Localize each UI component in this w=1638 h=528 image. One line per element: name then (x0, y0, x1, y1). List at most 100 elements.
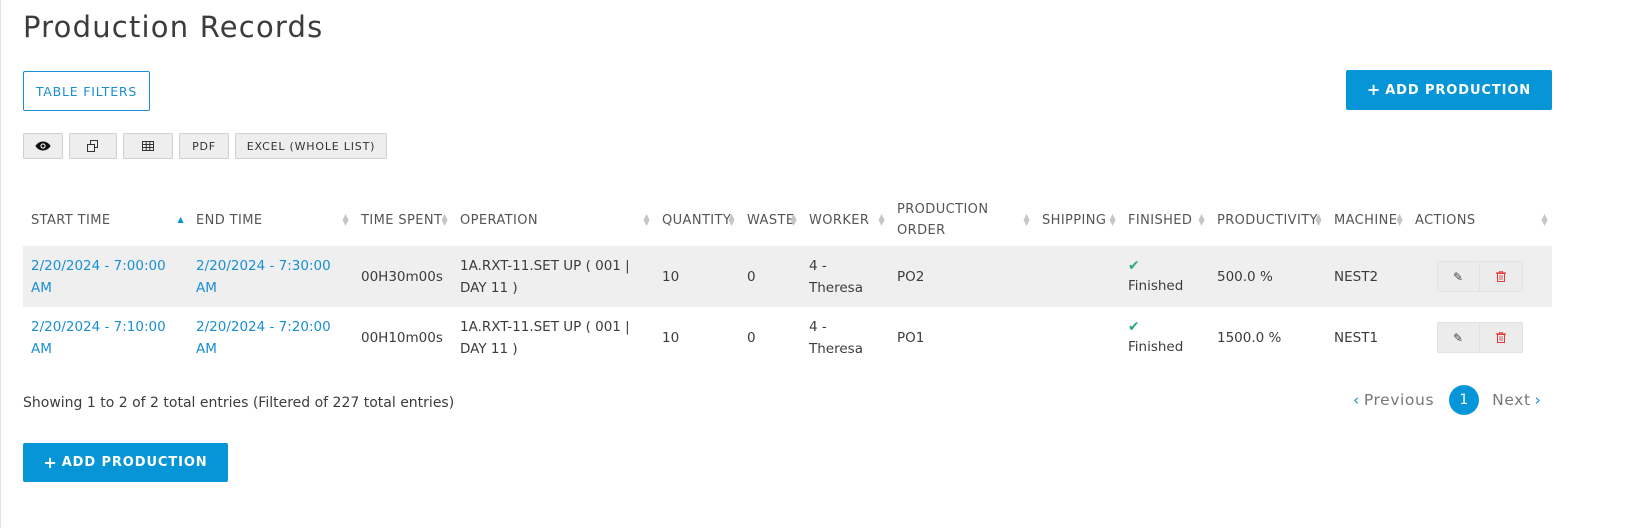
page-left-border (0, 0, 1, 528)
table-row: 2/20/2024 - 7:10:00 AM 2/20/2024 - 7:20:… (23, 307, 1552, 368)
end-time-link[interactable]: 2/20/2024 - 7:20:00 AM (196, 319, 331, 357)
quantity-cell: 10 (662, 329, 680, 346)
machine-cell: NEST1 (1334, 329, 1379, 346)
previous-label: Previous (1363, 391, 1435, 409)
finished-cell: ✔ Finished (1120, 307, 1209, 368)
trash-icon (1495, 271, 1506, 282)
start-time-cell[interactable]: 2/20/2024 - 7:00:00 AM (23, 246, 188, 307)
chevron-left-icon: ‹ (1353, 391, 1360, 409)
row-actions: ✎ (1436, 322, 1523, 353)
time-spent-cell: 00H10m00s (361, 329, 443, 346)
page-title: Production Records (23, 10, 324, 44)
start-time-link[interactable]: 2/20/2024 - 7:00:00 AM (31, 258, 166, 296)
sort-icon: ▲ ▼ (1109, 212, 1116, 227)
sort-icon: ▲ ▼ (441, 212, 448, 227)
edit-button[interactable]: ✎ (1436, 261, 1480, 292)
actions-cell: ✎ (1407, 246, 1552, 307)
shipping-cell (1034, 246, 1120, 307)
column-header-label: MACHINE (1334, 212, 1398, 228)
column-header-label: FINISHED (1128, 212, 1193, 228)
sort-icon: ▲ ▼ (878, 212, 885, 227)
column-header-quantity[interactable]: QUANTITY ▲ ▼ (654, 194, 739, 246)
next-page-button[interactable]: Next › (1492, 391, 1545, 409)
column-header-label: SHIPPING (1042, 212, 1107, 228)
table-header-row: START TIME ▲ END TIME ▲ ▼ TIME SPENT ▲ ▼ OPER… (23, 194, 1552, 246)
delete-button[interactable] (1479, 261, 1523, 292)
actions-cell: ✎ (1407, 307, 1552, 368)
end-time-link[interactable]: 2/20/2024 - 7:30:00 AM (196, 258, 331, 296)
add-production-button-bottom[interactable]: + ADD PRODUCTION (23, 443, 228, 482)
worker-cell: 4 - Theresa (809, 318, 863, 357)
column-header-end-time[interactable]: END TIME ▲ ▼ (188, 194, 353, 246)
productivity-cell: 1500.0 % (1217, 329, 1282, 346)
waste-cell: 0 (747, 329, 756, 346)
edit-icon: ✎ (1452, 269, 1464, 284)
sort-icon: ▲ ▼ (1396, 212, 1403, 227)
start-time-cell[interactable]: 2/20/2024 - 7:10:00 AM (23, 307, 188, 368)
edit-icon: ✎ (1452, 330, 1464, 345)
checkmark-icon: ✔ (1128, 318, 1140, 335)
delete-button[interactable] (1479, 322, 1523, 353)
sort-icon: ▲ ▼ (728, 212, 735, 227)
export-toolbar: PDF EXCEL (WHOLE LIST) (23, 133, 387, 159)
column-header-start-time[interactable]: START TIME ▲ (23, 194, 188, 246)
start-time-link[interactable]: 2/20/2024 - 7:10:00 AM (31, 319, 166, 357)
table-filters-button[interactable]: TABLE FILTERS (23, 71, 150, 111)
column-header-machine[interactable]: MACHINE ▲ ▼ (1326, 194, 1407, 246)
finished-status: Finished (1128, 277, 1184, 294)
sort-icon: ▲ ▼ (1023, 212, 1030, 227)
add-production-button-top[interactable]: + ADD PRODUCTION (1346, 70, 1552, 110)
add-production-label: ADD PRODUCTION (61, 455, 208, 470)
table-info-text: Showing 1 to 2 of 2 total entries (Filte… (23, 395, 455, 411)
sort-icon: ▲ ▼ (1315, 212, 1322, 227)
column-header-worker[interactable]: WORKER ▲ ▼ (801, 194, 889, 246)
column-header-label: WASTE (747, 212, 795, 228)
sort-icon: ▲ ▼ (643, 212, 650, 227)
column-header-time-spent[interactable]: TIME SPENT ▲ ▼ (353, 194, 452, 246)
column-header-operation[interactable]: OPERATION ▲ ▼ (452, 194, 654, 246)
column-header-actions[interactable]: ACTIONS ▲ ▼ (1407, 194, 1552, 246)
csv-button[interactable] (123, 133, 173, 159)
column-header-label: TIME SPENT (361, 212, 443, 228)
operation-cell: 1A.RXT-11.SET UP ( 001 | DAY 11 ) (452, 246, 654, 307)
column-visibility-button[interactable] (23, 133, 63, 159)
column-header-label: START TIME (31, 212, 111, 228)
production-order-cell: PO2 (889, 246, 1034, 307)
end-time-cell[interactable]: 2/20/2024 - 7:30:00 AM (188, 246, 353, 307)
copy-button[interactable] (69, 133, 117, 159)
checkmark-icon: ✔ (1128, 257, 1140, 274)
trash-icon (1495, 332, 1506, 343)
page-1-button[interactable]: 1 (1449, 385, 1480, 415)
column-header-finished[interactable]: FINISHED ▲ ▼ (1120, 194, 1209, 246)
shipping-cell (1034, 307, 1120, 368)
column-header-waste[interactable]: WASTE ▲ ▼ (739, 194, 801, 246)
eye-icon (35, 141, 51, 151)
quantity-cell: 10 (654, 246, 739, 307)
time-spent-cell: 00H30m00s (353, 246, 452, 307)
sort-icon: ▲ ▼ (342, 212, 349, 227)
column-header-production-order[interactable]: PRODUCTION ORDER ▲ ▼ (889, 194, 1034, 246)
add-production-label: ADD PRODUCTION (1385, 82, 1532, 98)
row-actions: ✎ (1436, 261, 1523, 292)
column-header-productivity[interactable]: PRODUCTIVITY ▲ ▼ (1209, 194, 1326, 246)
column-header-label: PRODUCTIVITY (1217, 212, 1318, 228)
waste-cell: 0 (739, 246, 801, 307)
sort-icon: ▲ ▼ (1198, 212, 1205, 227)
production-records-table: START TIME ▲ END TIME ▲ ▼ TIME SPENT ▲ ▼ OPER… (23, 194, 1552, 368)
finished-cell: ✔ Finished (1120, 246, 1209, 307)
end-time-cell[interactable]: 2/20/2024 - 7:20:00 AM (188, 307, 353, 368)
plus-icon: + (43, 452, 58, 472)
edit-button[interactable]: ✎ (1436, 322, 1480, 353)
copy-icon (87, 140, 98, 152)
production-order-cell: PO1 (897, 329, 925, 346)
table-row: 2/20/2024 - 7:00:00 AM 2/20/2024 - 7:30:… (23, 246, 1552, 307)
previous-page-button[interactable]: ‹ Previous (1349, 391, 1434, 409)
next-label: Next (1492, 391, 1531, 409)
excel-button[interactable]: EXCEL (WHOLE LIST) (235, 133, 387, 159)
column-header-label: END TIME (196, 212, 263, 228)
column-header-shipping[interactable]: SHIPPING ▲ ▼ (1034, 194, 1120, 246)
operation-cell: 1A.RXT-11.SET UP ( 001 | DAY 11 ) (460, 318, 630, 357)
finished-status: Finished (1128, 338, 1184, 355)
pdf-button[interactable]: PDF (179, 133, 229, 159)
pagination: ‹ Previous 1 Next › (1349, 385, 1545, 415)
